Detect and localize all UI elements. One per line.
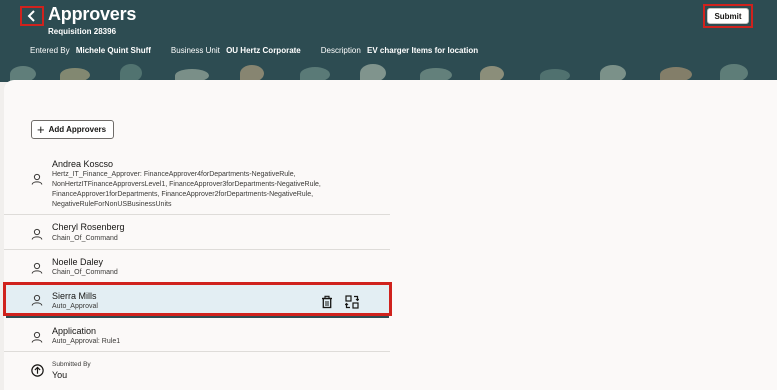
approver-rule: Chain_Of_Command: [52, 269, 118, 276]
page-header: Approvers Requisition 28396 Entered By M…: [0, 0, 777, 82]
approver-name: Sierra Mills: [52, 291, 97, 301]
entered-by: Entered By Michele Quint Shuff: [30, 46, 151, 55]
approver-name: Andrea Koscso: [52, 159, 114, 169]
rule-line: Hertz_IT_Finance_Approver: FinanceApprov…: [52, 171, 296, 178]
approver-name: Cheryl Rosenberg: [52, 222, 125, 232]
approver-name: Noelle Daley: [52, 257, 104, 267]
business-unit: Business Unit OU Hertz Corporate: [171, 46, 301, 55]
description: Description EV charger Items for locatio…: [321, 46, 478, 55]
approver-rule: Hertz_IT_Finance_Approver: FinanceApprov…: [52, 170, 382, 210]
approver-rule: Chain_Of_Command: [52, 235, 118, 242]
approver-row[interactable]: Andrea Koscso Hertz_IT_Finance_Approver:…: [4, 157, 390, 213]
entered-by-label: Entered By: [30, 46, 70, 55]
rule-line: FinanceApprover1forDepartments, FinanceA…: [52, 191, 314, 198]
add-approvers-button[interactable]: + Add Approvers: [31, 120, 114, 139]
approver-row[interactable]: Application Auto_Approval: Rule1: [4, 322, 390, 350]
person-icon: [31, 228, 43, 240]
approver-row[interactable]: Cheryl Rosenberg Chain_Of_Command: [4, 219, 390, 249]
approver-row[interactable]: Noelle Daley Chain_Of_Command: [4, 253, 390, 283]
requisition-number: Requisition 28396: [48, 27, 117, 36]
plus-icon: +: [37, 121, 45, 137]
back-icon: [27, 10, 35, 22]
header-info: Entered By Michele Quint Shuff Business …: [30, 46, 478, 55]
person-icon: [31, 173, 43, 185]
reassign-icon[interactable]: [345, 295, 359, 309]
entered-by-value: Michele Quint Shuff: [75, 46, 151, 55]
approver-name: Application: [52, 326, 97, 336]
approver-rule: Auto_Approval: Rule1: [52, 338, 121, 345]
submit-button[interactable]: Submit: [707, 8, 749, 24]
description-label: Description: [320, 46, 361, 55]
row-divider: [4, 214, 390, 215]
submitted-icon: [31, 364, 44, 377]
rule-line: NonHertzITFinanceApproversLevel1, Financ…: [52, 181, 321, 188]
submitted-by-label: Submitted By: [52, 361, 91, 368]
row-divider: [4, 249, 390, 250]
person-icon: [31, 331, 43, 343]
row-divider: [4, 351, 390, 352]
page-title: Approvers: [48, 4, 137, 24]
description-value: EV charger Items for location: [367, 46, 479, 55]
submitted-by-row: Submitted By You: [4, 356, 390, 386]
selection-indicator: [6, 316, 389, 318]
submit-highlight: Submit: [703, 4, 753, 28]
business-unit-value: OU Hertz Corporate: [226, 46, 301, 55]
rule-line: NegativeRuleForNonUSBusinessUnits: [52, 201, 172, 208]
business-unit-label: Business Unit: [170, 46, 220, 55]
person-icon: [31, 262, 43, 274]
person-icon: [31, 294, 43, 306]
add-approvers-label: Add Approvers: [48, 125, 107, 134]
submitted-by-value: You: [52, 370, 68, 380]
delete-icon[interactable]: [320, 295, 334, 309]
back-button[interactable]: [20, 6, 44, 26]
